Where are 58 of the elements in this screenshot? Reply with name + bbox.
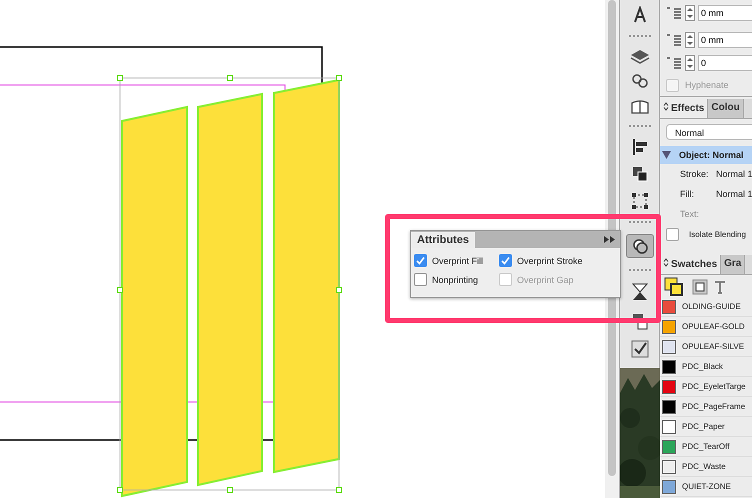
sort-icon — [663, 102, 669, 111]
attributes-button[interactable] — [626, 234, 654, 258]
input-field[interactable]: 0 mm — [698, 5, 752, 21]
links-icon[interactable] — [630, 73, 648, 89]
panel-tab[interactable]: Gra — [721, 255, 746, 274]
pages-icon[interactable] — [630, 311, 648, 331]
effect-value: Normal 1 — [716, 169, 752, 179]
checkbox[interactable] — [414, 273, 427, 286]
layers-icon[interactable] — [630, 48, 650, 64]
stepper[interactable] — [685, 32, 695, 48]
panel-title[interactable]: Attributes — [411, 232, 475, 248]
checkbox-icon[interactable] — [630, 340, 648, 358]
checkbox-label: Overprint Stroke — [517, 256, 583, 266]
effect-label: Text: — [680, 209, 700, 219]
effect-label: Stroke: — [680, 169, 710, 179]
panel-tab[interactable]: Effects — [660, 99, 708, 118]
object-row[interactable]: Object: Normal — [660, 146, 752, 164]
checkbox-label: Isolate Blending — [689, 230, 746, 238]
swatch-item[interactable]: OLDING-GUIDE — [660, 297, 752, 317]
swatch-item[interactable]: PDC_EyeletTarge — [660, 377, 752, 397]
disclosure-triangle-icon[interactable] — [662, 151, 671, 159]
indent-icon — [666, 34, 682, 46]
panel-tab[interactable]: Colou — [708, 99, 744, 118]
stepper[interactable] — [685, 5, 695, 21]
input-field[interactable]: 0 mm — [698, 32, 752, 48]
text-t-icon[interactable] — [714, 280, 726, 294]
page-icon[interactable] — [630, 98, 650, 114]
container-icon[interactable] — [692, 279, 708, 295]
swatch-item[interactable]: PDC_TearOff — [660, 437, 752, 457]
swatch-item[interactable]: OPULEAF-SILVE — [660, 337, 752, 357]
input-field[interactable]: 0 — [698, 55, 752, 71]
checkbox[interactable] — [499, 254, 512, 267]
swatch-item[interactable]: OPULEAF-GOLD — [660, 317, 752, 337]
align-icon[interactable] — [630, 138, 648, 156]
swatch-item[interactable]: PDC_PageFrame — [660, 397, 752, 417]
swatch-item[interactable]: QUIET-ZONE — [660, 477, 752, 497]
checkbox[interactable] — [666, 228, 679, 240]
blend-mode-dropdown[interactable]: Normal — [666, 124, 752, 140]
indent-icon — [666, 57, 682, 69]
effect-label: Fill: — [680, 189, 695, 199]
swatch-item[interactable]: PDC_Paper — [660, 417, 752, 437]
fill-stroke-icon[interactable] — [664, 277, 686, 297]
transform-icon[interactable] — [630, 192, 648, 210]
checkbox-label: Nonprinting — [432, 274, 478, 284]
swatch-item[interactable]: PDC_Waste — [660, 457, 752, 477]
swatch-item[interactable]: PDC_Black — [660, 357, 752, 377]
indent-icon — [666, 7, 682, 19]
gradient-icon[interactable] — [630, 282, 648, 302]
collapse-icon[interactable] — [604, 236, 615, 243]
checkbox-label: Hyphenate — [685, 80, 729, 90]
effect-value: Normal 1 — [716, 189, 752, 199]
checkbox-label: Overprint Fill — [432, 256, 484, 266]
checkbox[interactable] — [414, 254, 427, 267]
panel-tab[interactable]: Swatches — [660, 255, 722, 274]
checkbox-label: Overprint Gap — [517, 274, 574, 284]
stepper[interactable] — [685, 55, 695, 71]
circles-icon — [630, 237, 648, 255]
sort-icon — [663, 258, 669, 267]
